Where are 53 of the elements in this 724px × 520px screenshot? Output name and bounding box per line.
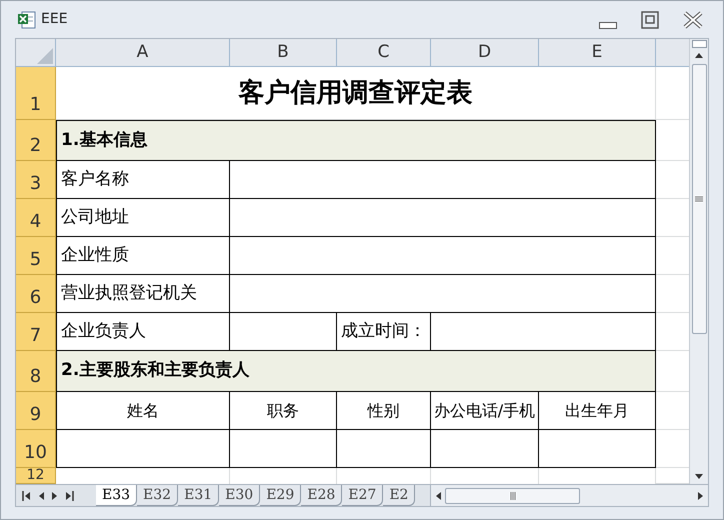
column-header[interactable]: E: [539, 39, 656, 66]
previous-sheet-icon[interactable]: [38, 490, 44, 500]
close-icon[interactable]: [683, 10, 703, 28]
right-arrow-icon[interactable]: [698, 490, 704, 500]
row-header[interactable]: 6: [16, 275, 56, 313]
section-heading: 2.主要股东和主要负责人: [56, 351, 656, 392]
table-cell: 公司地址: [56, 199, 230, 237]
vertical-scrollbar[interactable]: [689, 39, 708, 484]
table-cell: 出生年月: [539, 392, 656, 430]
grip-icon: [510, 492, 516, 500]
sheet-tab[interactable]: E28: [301, 485, 342, 506]
triangle-icon: [37, 48, 53, 64]
row-header[interactable]: 10: [16, 430, 56, 468]
spreadsheet-app-icon: [17, 10, 37, 28]
row-header[interactable]: 2: [16, 120, 56, 161]
sheet-tab[interactable]: E31: [178, 485, 220, 506]
column-header[interactable]: A: [56, 39, 230, 66]
table-cell: 职务: [230, 392, 337, 430]
scroll-thumb[interactable]: [692, 64, 706, 334]
row-header[interactable]: 4: [16, 199, 56, 237]
row-header[interactable]: 7: [16, 313, 56, 351]
next-sheet-icon[interactable]: [52, 490, 58, 500]
restore-icon[interactable]: [641, 10, 659, 28]
table-cell: 姓名: [56, 392, 230, 430]
table-cell: 营业执照登记机关: [56, 275, 230, 313]
left-arrow-icon[interactable]: [435, 490, 441, 500]
row-header[interactable]: 9: [16, 392, 56, 430]
row-header[interactable]: 1: [16, 67, 56, 120]
horizontal-scrollbar[interactable]: [430, 485, 708, 506]
last-sheet-icon[interactable]: [66, 490, 74, 500]
sheet-tab[interactable]: E33: [96, 485, 138, 506]
row-header[interactable]: 8: [16, 351, 56, 392]
minimize-icon[interactable]: [599, 22, 617, 30]
table-cell: 客户名称: [56, 161, 230, 199]
table-cell: 办公电话/手机: [431, 392, 539, 430]
row-header[interactable]: 3: [16, 161, 56, 199]
row-header[interactable]: 12: [16, 468, 56, 484]
column-header[interactable]: B: [230, 39, 337, 66]
sheet-tab[interactable]: E32: [137, 485, 178, 506]
column-header[interactable]: D: [431, 39, 539, 66]
first-sheet-icon[interactable]: [22, 490, 30, 500]
sheet-tab[interactable]: E27: [342, 485, 384, 506]
table-cell: 性别: [337, 392, 431, 430]
grip-icon: [695, 196, 703, 202]
scroll-thumb[interactable]: [445, 488, 580, 504]
table-cell: 企业性质: [56, 237, 230, 275]
sheet-tab[interactable]: E30: [219, 485, 260, 506]
sheet-tab[interactable]: E2: [383, 485, 416, 506]
row-header[interactable]: 5: [16, 237, 56, 275]
section-heading: 1.基本信息: [56, 120, 656, 161]
sheet-tab[interactable]: E29: [260, 485, 302, 506]
window-title: EEE: [41, 10, 68, 29]
column-header[interactable]: C: [337, 39, 431, 66]
